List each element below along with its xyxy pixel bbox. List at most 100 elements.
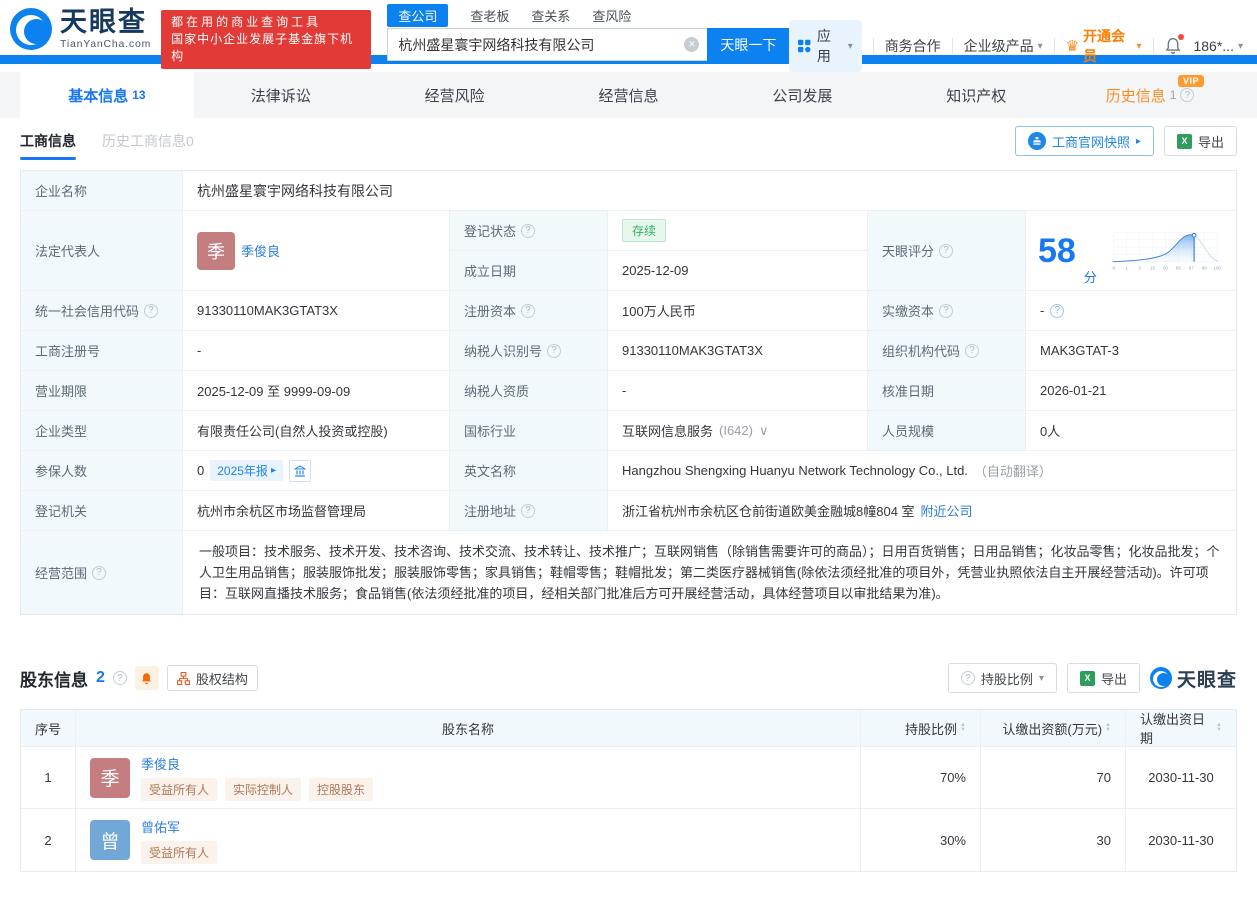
crown-icon: ♛ (1066, 37, 1079, 55)
tianyancha-logo[interactable]: 天眼查 TianYanCha.com (10, 8, 151, 50)
apps-menu[interactable]: 应用 ▾ (789, 20, 861, 72)
col-ratio-sortable[interactable]: 持股比例 ▲▼ (861, 710, 981, 746)
industry-code: (I642) (719, 423, 753, 438)
help-icon[interactable]: ? (113, 671, 127, 685)
export-button[interactable]: X 导出 (1164, 126, 1237, 156)
info-row: 企业名称 杭州盛星寰宇网络科技有限公司 (21, 171, 1236, 211)
excel-icon: X (1080, 671, 1095, 686)
search-tab-relation[interactable]: 查关系 (531, 4, 570, 27)
help-icon[interactable]: ? (521, 224, 535, 238)
export-label: 导出 (1101, 669, 1127, 688)
shareholder-link[interactable]: 季俊良 (141, 754, 373, 773)
search-tab-company[interactable]: 查公司 (387, 4, 448, 27)
shareholder-avatar[interactable]: 曾 (90, 820, 130, 860)
help-icon[interactable]: ? (547, 344, 561, 358)
info-row: 营业期限 2025-12-09 至 9999-09-09 纳税人资质 - 核准日… (21, 371, 1236, 411)
account-menu[interactable]: 186*... ▾ (1193, 38, 1243, 54)
auto-translate-note: （自动翻译） (974, 461, 1052, 480)
top-header: 天眼查 TianYanCha.com 都在用的商业查询工具 国家中小企业发展子基… (0, 0, 1257, 55)
info-row: 企业类型 有限责任公司(自然人投资或控股) 国标行业 互联网信息服务 (I642… (21, 411, 1236, 451)
notifications-bell[interactable] (1164, 37, 1182, 55)
tab-history-info[interactable]: VIP 历史信息 1 ? (1063, 72, 1237, 118)
en-name-cell: Hangzhou Shengxing Huanyu Network Techno… (608, 451, 1236, 490)
shareholder-avatar[interactable]: 季 (90, 758, 130, 798)
watermark-text: 天眼查 (1177, 665, 1237, 692)
col-date-sortable[interactable]: 认缴出资日期 ▲▼ (1126, 710, 1236, 746)
insured-chart-button[interactable] (289, 460, 311, 482)
org-code-value: MAK3GTAT-3 (1026, 331, 1236, 370)
help-icon[interactable]: ? (92, 566, 106, 580)
holding-ratio-label: 持股比例 (981, 669, 1033, 688)
field-label-wrap: 组织机构代码 ? (868, 331, 1026, 370)
help-icon[interactable]: ? (521, 504, 535, 518)
equity-structure-button[interactable]: 股权结构 (167, 665, 258, 691)
date-value: 2030-11-30 (1126, 747, 1236, 808)
field-label-wrap: 注册资本 ? (450, 291, 608, 330)
sort-icon: ▲▼ (1216, 723, 1222, 733)
snapshot-label: 工商官网快照 (1052, 132, 1130, 151)
sort-icon: ▲▼ (960, 723, 966, 733)
legal-rep-avatar[interactable]: 季 (197, 232, 235, 270)
company-type-value: 有限责任公司(自然人投资或控股) (183, 411, 450, 450)
info-row: 参保人数 0 2025年报 ▸ 英文名称 Hangzhou Shengxing … (21, 451, 1236, 491)
monitor-bell-button[interactable] (135, 666, 159, 690)
subtab-history-business-info[interactable]: 历史工商信息0 (102, 118, 194, 164)
industry-cell[interactable]: 互联网信息服务 (I642) ∨ (608, 411, 868, 450)
help-icon[interactable]: ? (144, 304, 158, 318)
open-vip-button[interactable]: ♛ 开通会员 ▾ (1066, 26, 1142, 66)
help-icon[interactable]: ? (1180, 88, 1194, 102)
nearby-companies-link[interactable]: 附近公司 (921, 501, 973, 520)
tab-label: 知识产权 (946, 85, 1006, 106)
info-row: 经营范围 ? 一般项目：技术服务、技术开发、技术咨询、技术交流、技术转让、技术推… (21, 531, 1236, 614)
insured-cell: 0 2025年报 ▸ (183, 451, 450, 490)
en-name-value: Hangzhou Shengxing Huanyu Network Techno… (622, 463, 968, 478)
arrow-right-icon: ▸ (1136, 136, 1141, 147)
search-tab-risk[interactable]: 查风险 (592, 4, 631, 27)
holding-ratio-filter[interactable]: ? 持股比例 ▾ (948, 663, 1057, 693)
nav-business-coop[interactable]: 商务合作 (885, 36, 941, 56)
help-icon[interactable]: ? (939, 304, 953, 318)
search-button[interactable]: 天眼一下 (707, 28, 789, 61)
nav-enterprise-products[interactable]: 企业级产品 ▾ (964, 36, 1043, 56)
tab-count: 1 (1170, 88, 1177, 102)
annual-report-badge[interactable]: 2025年报 ▸ (210, 460, 283, 481)
tab-operation-risk[interactable]: 经营风险 (368, 72, 542, 118)
official-snapshot-button[interactable]: 工商官网快照 ▸ (1015, 126, 1154, 156)
help-icon[interactable]: ? (1050, 304, 1064, 318)
tab-basic-info[interactable]: 基本信息 13 (20, 72, 194, 118)
field-label-wrap: 经营范围 ? (21, 531, 183, 614)
expand-icon[interactable]: ∨ (759, 423, 769, 439)
help-icon[interactable]: ? (939, 244, 953, 258)
term-value: 2025-12-09 至 9999-09-09 (183, 371, 450, 410)
search-tab-boss[interactable]: 查老板 (470, 4, 509, 27)
field-label: 统一社会信用代码 (35, 301, 139, 320)
help-icon[interactable]: ? (965, 344, 979, 358)
apps-grid-icon (798, 39, 810, 53)
shareholder-cell: 季 季俊良 受益所有人 实际控制人 控股股东 (76, 747, 861, 808)
tab-intellectual-property[interactable]: 知识产权 (889, 72, 1063, 118)
help-icon[interactable]: ? (521, 304, 535, 318)
col-amount-sortable[interactable]: 认缴出资额(万元) ▲▼ (981, 710, 1126, 746)
slogan-line1: 都在用的商业查询工具 (171, 14, 361, 31)
score-cell[interactable]: 58 分 (1026, 211, 1236, 290)
tab-operation-info[interactable]: 经营信息 (542, 72, 716, 118)
export-shareholders-button[interactable]: X 导出 (1067, 663, 1140, 693)
header-nav: 应用 ▾ 商务合作 企业级产品 ▾ ♛ 开通会员 ▾ 186*... ▾ (789, 20, 1243, 72)
legal-rep-link[interactable]: 季俊良 (241, 241, 280, 260)
field-label: 天眼评分 (882, 241, 934, 260)
field-label: 法定代表人 (21, 211, 183, 290)
slogan-badge: 都在用的商业查询工具 国家中小企业发展子基金旗下机构 (161, 10, 371, 69)
tab-company-development[interactable]: 公司发展 (715, 72, 889, 118)
shareholder-link[interactable]: 曾佑军 (141, 817, 217, 836)
tab-legal-litigation[interactable]: 法律诉讼 (194, 72, 368, 118)
account-phone: 186*... (1193, 38, 1233, 54)
stamp-icon (1028, 132, 1046, 150)
tab-label: 经营风险 (425, 85, 485, 106)
table-row: 1 季 季俊良 受益所有人 实际控制人 控股股东 70% 70 2030-11-… (21, 747, 1236, 809)
field-label: 人员规模 (868, 411, 1026, 450)
search-input[interactable] (387, 28, 707, 61)
slogan-line2: 国家中小企业发展子基金旗下机构 (171, 31, 361, 65)
field-label: 纳税人识别号 (464, 341, 542, 360)
subtab-business-info[interactable]: 工商信息 (20, 118, 76, 164)
reg-no-value: - (183, 331, 450, 370)
